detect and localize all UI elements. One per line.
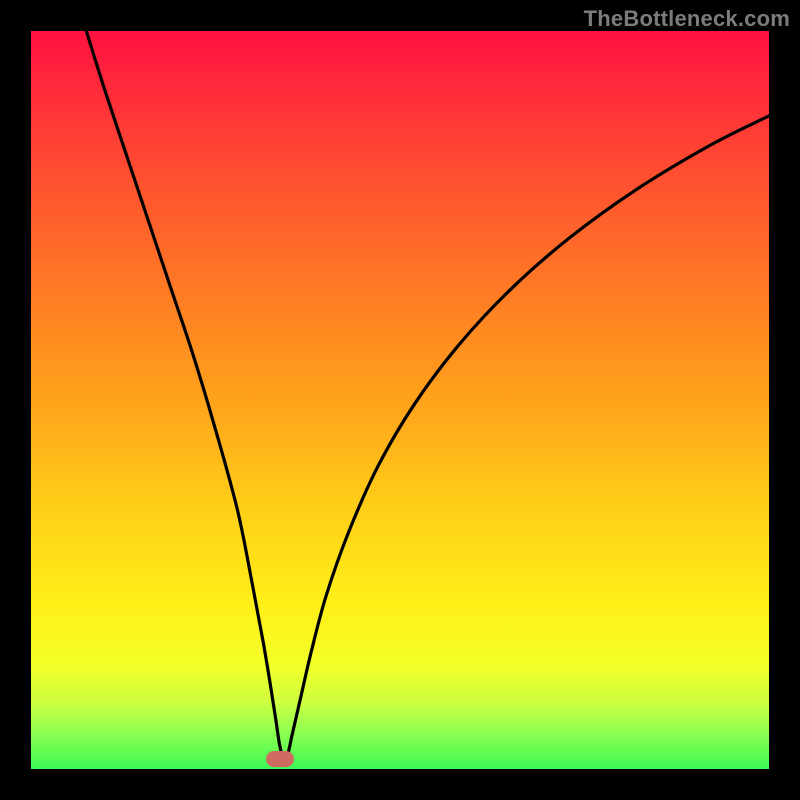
bottleneck-curve — [31, 31, 769, 769]
outer-frame: TheBottleneck.com — [0, 0, 800, 800]
watermark-text: TheBottleneck.com — [584, 6, 790, 32]
curve-path — [86, 31, 769, 761]
minimum-marker — [266, 751, 294, 767]
plot-area — [31, 31, 769, 769]
